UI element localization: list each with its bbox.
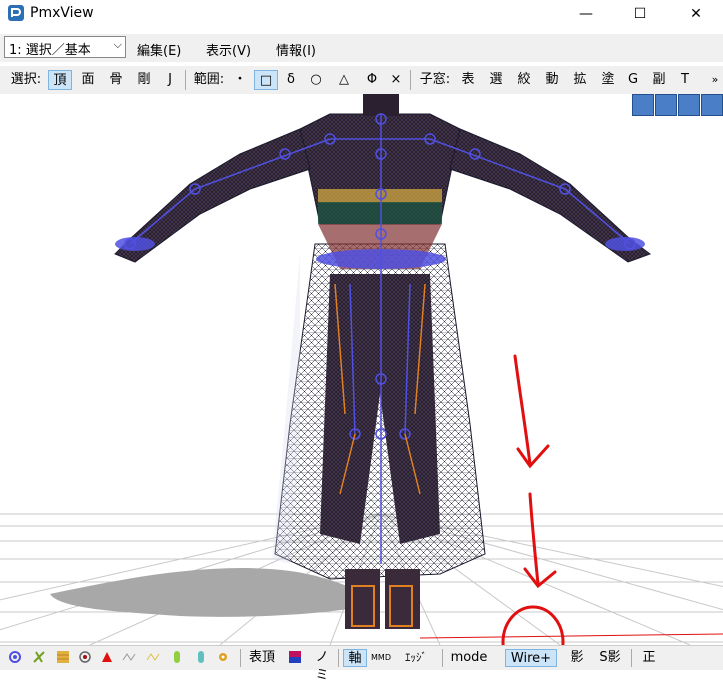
camera-controls	[631, 94, 723, 118]
wire-stroke-icon[interactable]	[122, 650, 136, 664]
vertex-display-icon[interactable]	[8, 650, 22, 664]
child-g-button[interactable]: G	[624, 70, 642, 90]
target-icon[interactable]	[78, 650, 92, 664]
mode-toggle[interactable]: mode	[447, 649, 491, 667]
move-icon[interactable]	[655, 94, 677, 116]
range-phi-button[interactable]: Φ	[361, 70, 383, 90]
range-rect-button[interactable]: □	[254, 70, 278, 90]
toolbar-divider	[185, 70, 186, 90]
front-view-toggle[interactable]: 正	[638, 649, 660, 667]
toolbar-divider	[410, 70, 411, 90]
status-divider	[631, 649, 632, 667]
select-face-button[interactable]: 面	[76, 70, 100, 90]
select-joint-button[interactable]: J	[160, 70, 180, 90]
child-t-button[interactable]: T	[676, 70, 694, 90]
range-circle-button[interactable]: ○	[305, 70, 327, 90]
select-vertex-button[interactable]: 頂	[48, 70, 72, 90]
close-button[interactable]: ✕	[673, 0, 719, 28]
x-axis-line	[419, 633, 723, 639]
soft-stroke-icon[interactable]	[146, 650, 160, 664]
zoom-icon[interactable]	[678, 94, 700, 116]
3d-viewport[interactable]	[0, 94, 723, 645]
child-move-button[interactable]: 動	[542, 70, 562, 90]
toolbar-overflow-button[interactable]: »	[708, 70, 722, 90]
status-divider	[338, 649, 339, 667]
child-table-button[interactable]: 表	[458, 70, 478, 90]
table-vertex-toggle[interactable]: 表頂	[246, 649, 278, 667]
title-bar: PmxView — ☐ ✕	[0, 0, 723, 28]
chevron-down-icon: ⌵	[113, 38, 122, 51]
window-title: PmxView	[30, 5, 94, 21]
menu-view[interactable]: 表示(V)	[206, 40, 251, 59]
menu-info[interactable]: 情報(I)	[276, 40, 316, 59]
mode-select-value: 1: 選択／基本	[9, 43, 91, 58]
child-window-label: 子窓:	[419, 72, 451, 87]
range-cross-button[interactable]: ×	[387, 70, 405, 90]
capsule-cyan-icon[interactable]	[194, 650, 208, 664]
range-point-button[interactable]: ・	[230, 70, 250, 90]
range-delta-button[interactable]: δ	[281, 70, 301, 90]
edge-toggle[interactable]: ｴｯｼﾞ	[395, 649, 437, 667]
self-shadow-toggle[interactable]: S影	[595, 649, 625, 667]
select-rigid-button[interactable]: 剛	[132, 70, 156, 90]
child-scale-button[interactable]: 拡	[570, 70, 590, 90]
menu-edit[interactable]: 編集(E)	[137, 40, 181, 59]
capsule-green-icon[interactable]	[170, 650, 184, 664]
select-bone-button[interactable]: 骨	[104, 70, 128, 90]
bone-display-icon[interactable]	[32, 650, 46, 664]
annotation-arrows	[501, 354, 565, 645]
status-divider	[442, 649, 443, 667]
rotate-icon[interactable]	[701, 94, 723, 116]
viewport-canvas	[0, 94, 723, 645]
gear-icon[interactable]	[216, 650, 230, 664]
menu-bar: 1: 選択／基本 ⌵ 編集(E) 表示(V) 情報(I)	[0, 34, 723, 62]
child-paint-button[interactable]: 塗	[598, 70, 618, 90]
pmxview-app-icon	[8, 5, 24, 21]
mode-select[interactable]: 1: 選択／基本 ⌵	[4, 36, 126, 58]
wire-plus-toggle[interactable]: Wire+	[505, 649, 557, 667]
pan-icon[interactable]	[632, 94, 654, 116]
child-filter-button[interactable]: 絞	[514, 70, 534, 90]
nomi-toggle[interactable]: ノミ	[310, 649, 334, 683]
axis-toggle[interactable]: 軸	[343, 649, 367, 667]
status-bar: 表頂 ノミ 軸 MMD ｴｯｼﾞ mode Wire+ 影 S影 正	[0, 645, 723, 683]
status-divider	[240, 649, 241, 667]
child-sub-button[interactable]: 副	[649, 70, 669, 90]
range-label: 範囲:	[193, 72, 225, 87]
minimize-button[interactable]: —	[563, 0, 609, 28]
texture-display-icon[interactable]	[56, 650, 70, 664]
shadow-toggle[interactable]: 影	[567, 649, 587, 667]
mmd-toggle[interactable]: MMD	[369, 649, 393, 667]
color-swatch-icon[interactable]	[288, 650, 302, 664]
range-triangle-button[interactable]: △	[333, 70, 355, 90]
maximize-button[interactable]: ☐	[617, 0, 663, 28]
toolbar: 選択: 頂 面 骨 剛 J 範囲: ・ □ δ ○ △ Φ × 子窓: 表 選 …	[0, 66, 723, 94]
character-model	[114, 94, 652, 629]
red-triangle-icon[interactable]	[100, 650, 114, 664]
select-label: 選択:	[10, 72, 42, 87]
child-select-button[interactable]: 選	[486, 70, 506, 90]
